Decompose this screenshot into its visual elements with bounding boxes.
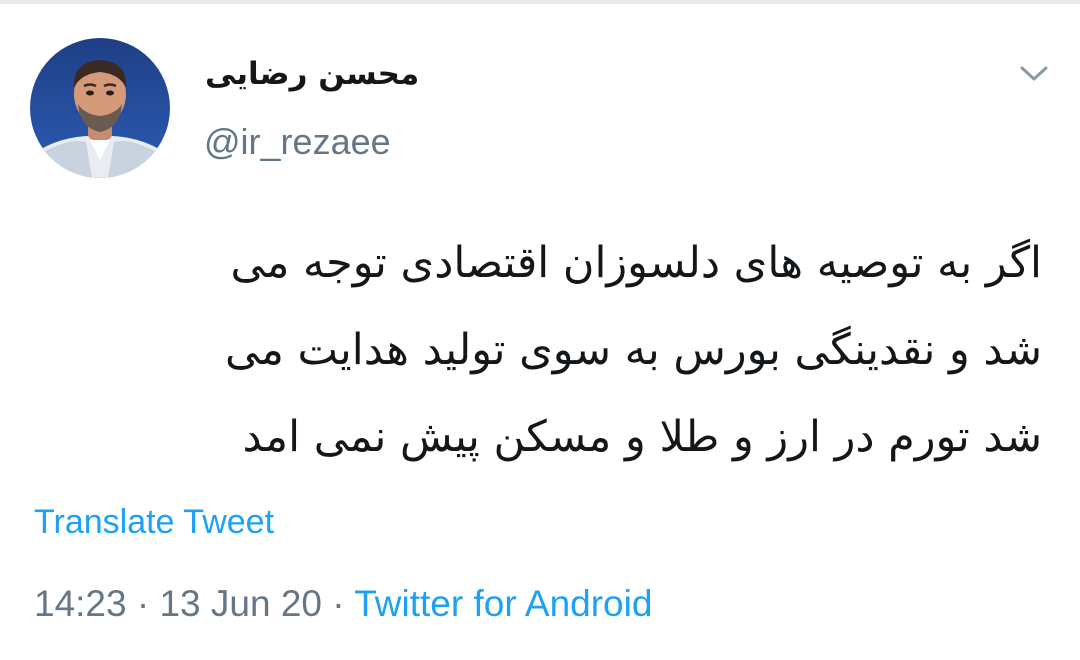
- tweet-text-line: شد و نقدینگی بورس به سوی تولید هدایت می: [225, 325, 1042, 375]
- tweet-text-line: اگر به توصیه های دلسوزان اقتصادی توجه می: [230, 238, 1042, 288]
- display-name[interactable]: محسن رضایی: [205, 52, 445, 96]
- avatar[interactable]: [30, 38, 170, 178]
- top-divider: [0, 0, 1080, 4]
- tweet-source-link[interactable]: Twitter for Android: [354, 583, 652, 624]
- meta-separator: ·: [136, 583, 150, 624]
- tweet-date[interactable]: 13 Jun 20: [159, 583, 322, 624]
- tweet-card: محسن رضایی @ir_rezaee اگر به توصیه های د…: [0, 0, 1080, 660]
- user-handle[interactable]: @ir_rezaee: [204, 120, 391, 164]
- meta-separator: ·: [332, 583, 345, 624]
- translate-tweet-link[interactable]: Translate Tweet: [34, 500, 274, 544]
- tweet-text-line: شد تورم در ارز و طلا و مسکن پیش نمی امد: [242, 412, 1042, 462]
- chevron-down-icon[interactable]: [1014, 58, 1054, 90]
- tweet-time[interactable]: 14:23: [34, 583, 127, 624]
- tweet-text: اگر به توصیه های دلسوزان اقتصادی توجه می…: [30, 220, 1042, 481]
- tweet-meta: 14:23 · 13 Jun 20 · Twitter for Android: [34, 580, 652, 628]
